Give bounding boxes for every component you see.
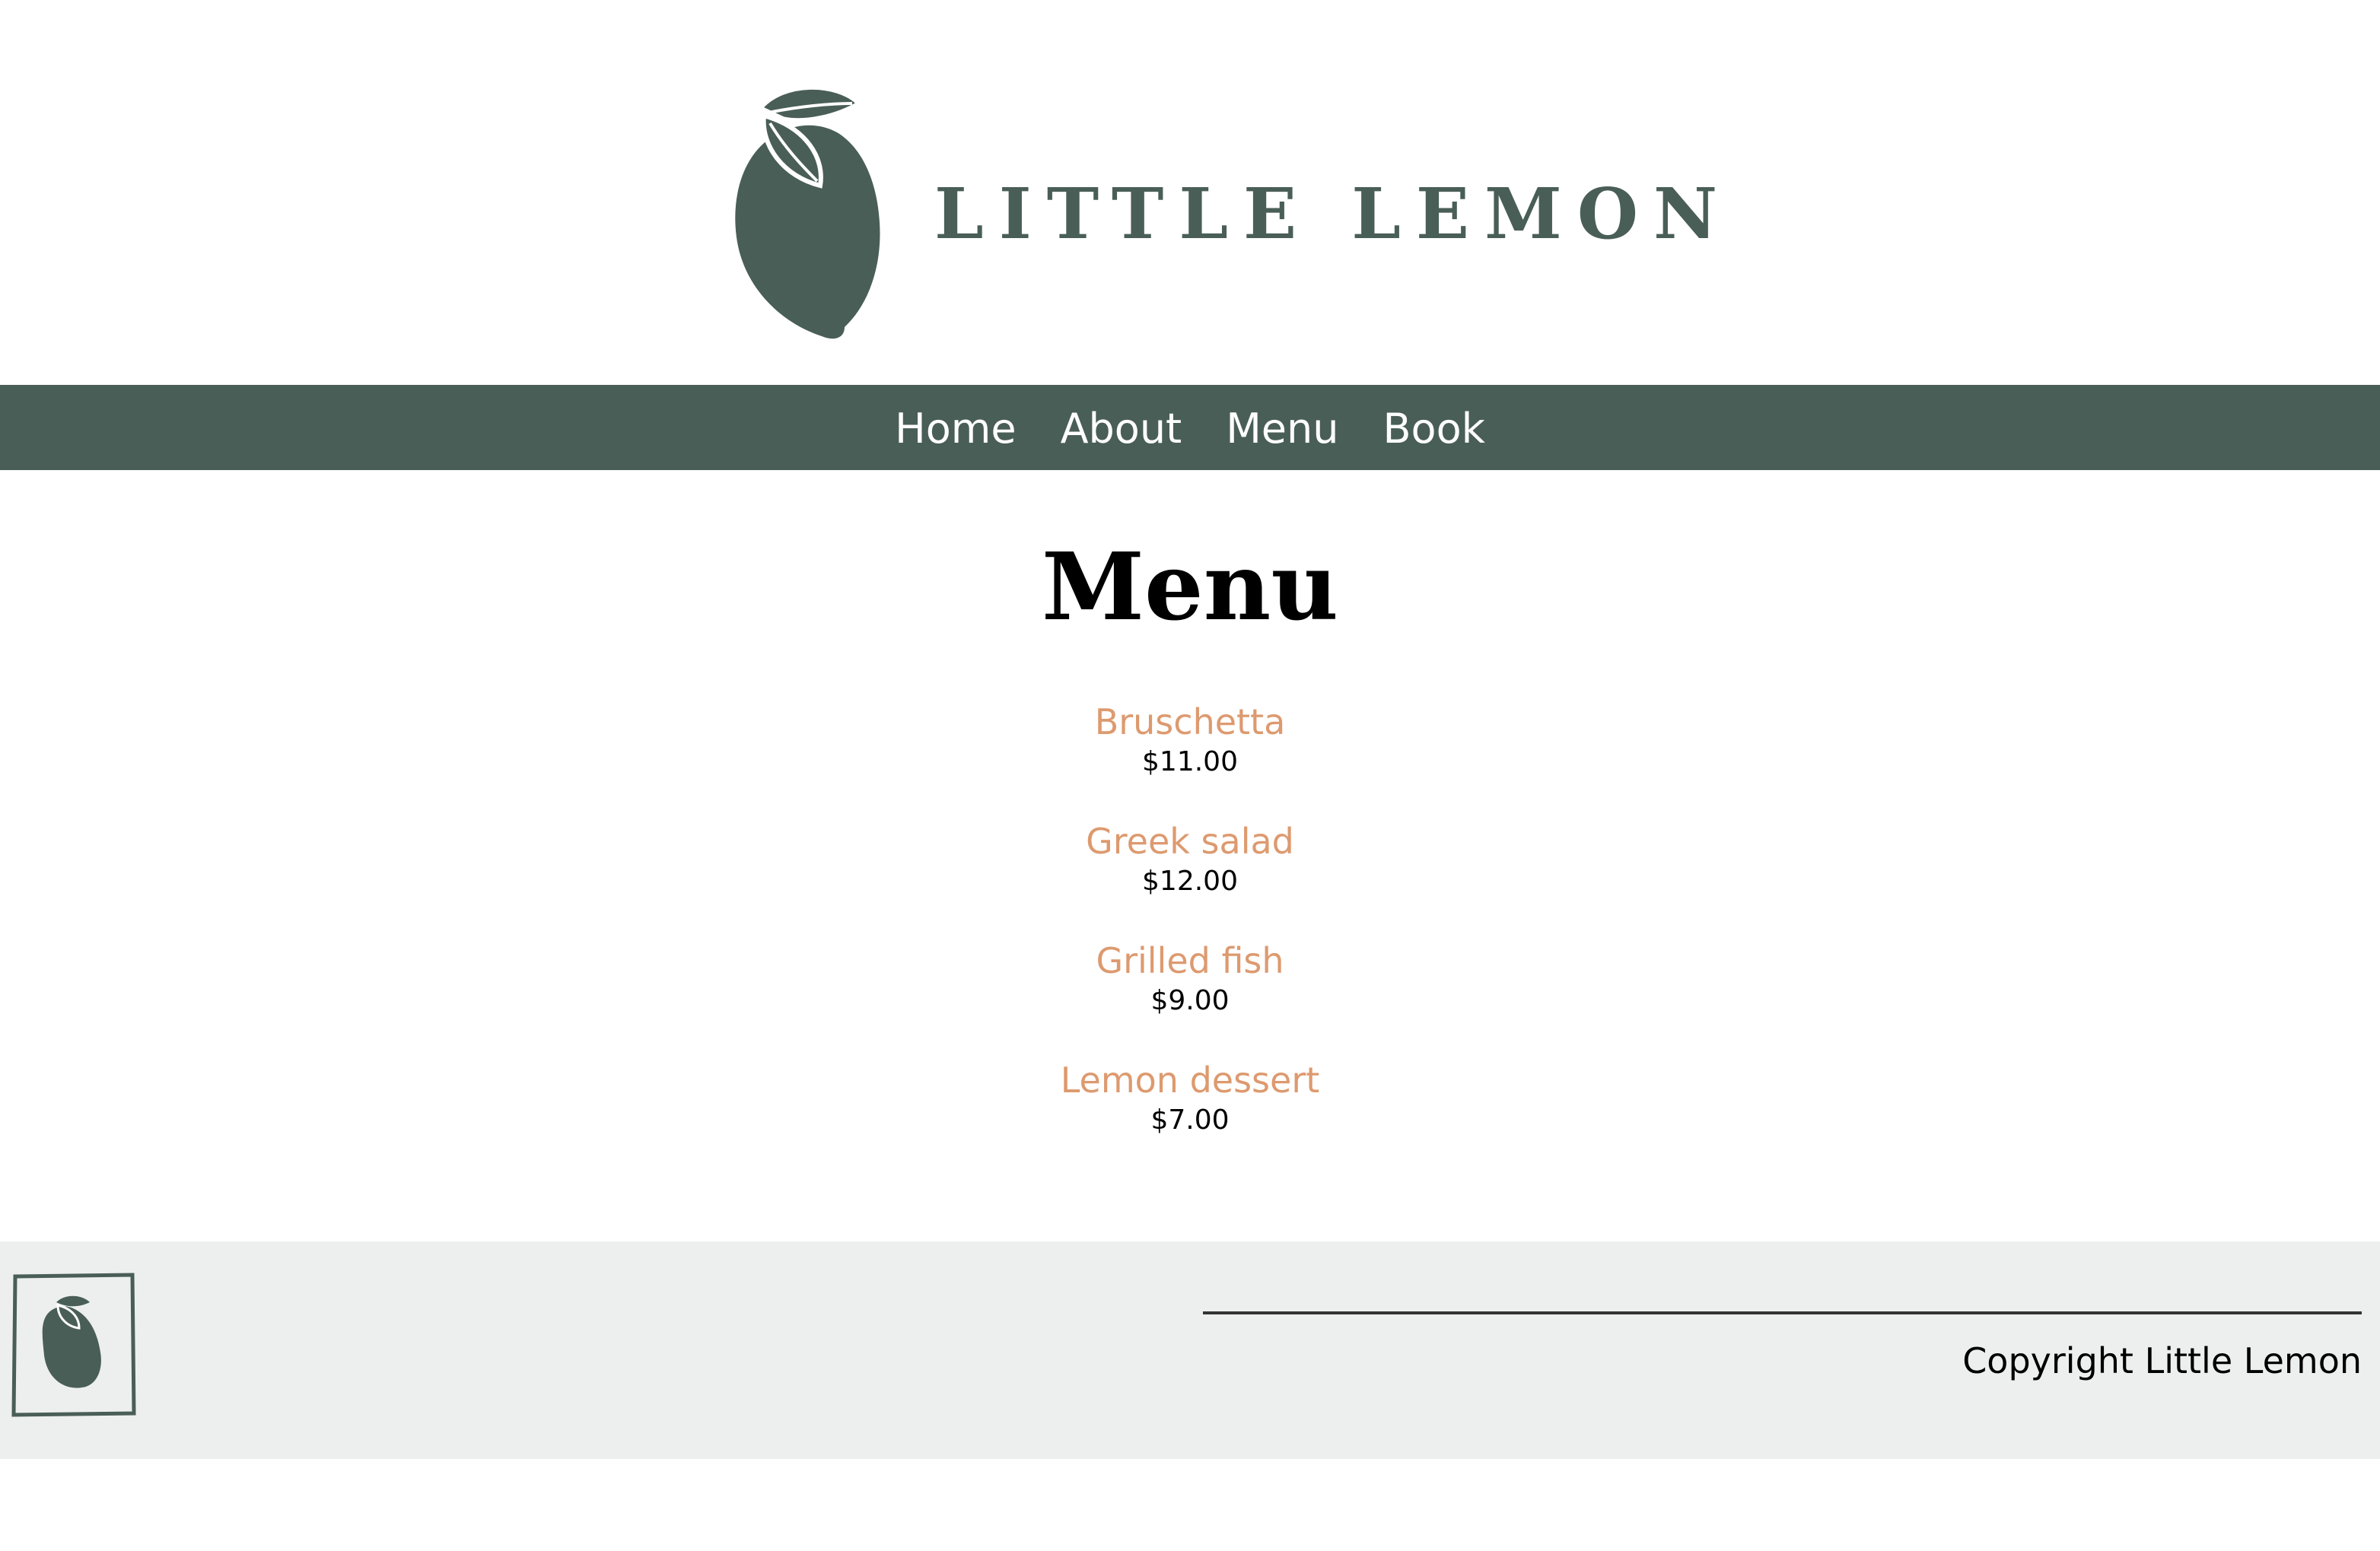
menu-item-price: $9.00 xyxy=(1150,985,1230,1016)
brand-wordmark[interactable]: LITTLE LEMON xyxy=(934,179,1732,249)
menu-item-price: $11.00 xyxy=(1142,746,1238,777)
site-footer: Copyright Little Lemon xyxy=(0,1241,2380,1459)
menu-list: Bruschetta $11.00 Greek salad $12.00 Gri… xyxy=(0,701,2380,1179)
menu-item: Greek salad $12.00 xyxy=(0,821,2380,940)
menu-item-name: Greek salad xyxy=(1086,821,1294,862)
nav-link-home[interactable]: Home xyxy=(895,405,1016,450)
menu-item-price: $7.00 xyxy=(1150,1104,1230,1136)
menu-item-name: Lemon dessert xyxy=(1060,1060,1320,1101)
menu-item-name: Grilled fish xyxy=(1096,940,1284,981)
menu-item: Grilled fish $9.00 xyxy=(0,940,2380,1060)
copyright-text: Copyright Little Lemon xyxy=(1962,1340,2362,1381)
menu-section: Menu Bruschetta $11.00 Greek salad $12.0… xyxy=(0,470,2380,1241)
site-header: LITTLE LEMON xyxy=(0,0,2380,385)
nav-link-book[interactable]: Book xyxy=(1382,405,1484,450)
menu-item: Bruschetta $11.00 xyxy=(0,701,2380,821)
lemon-icon[interactable] xyxy=(11,1272,137,1418)
main-nav: Home About Menu Book xyxy=(0,385,2380,470)
page: LITTLE LEMON Home About Menu Book Menu B… xyxy=(0,0,2380,1551)
nav-link-menu[interactable]: Menu xyxy=(1226,405,1338,450)
footer-divider xyxy=(1203,1311,2362,1314)
nav-link-about[interactable]: About xyxy=(1061,405,1182,450)
menu-item-name: Bruschetta xyxy=(1094,701,1286,742)
lemon-icon xyxy=(735,85,880,339)
menu-item: Lemon dessert $7.00 xyxy=(0,1060,2380,1179)
menu-item-price: $12.00 xyxy=(1142,866,1238,897)
page-title: Menu xyxy=(1041,532,1339,641)
